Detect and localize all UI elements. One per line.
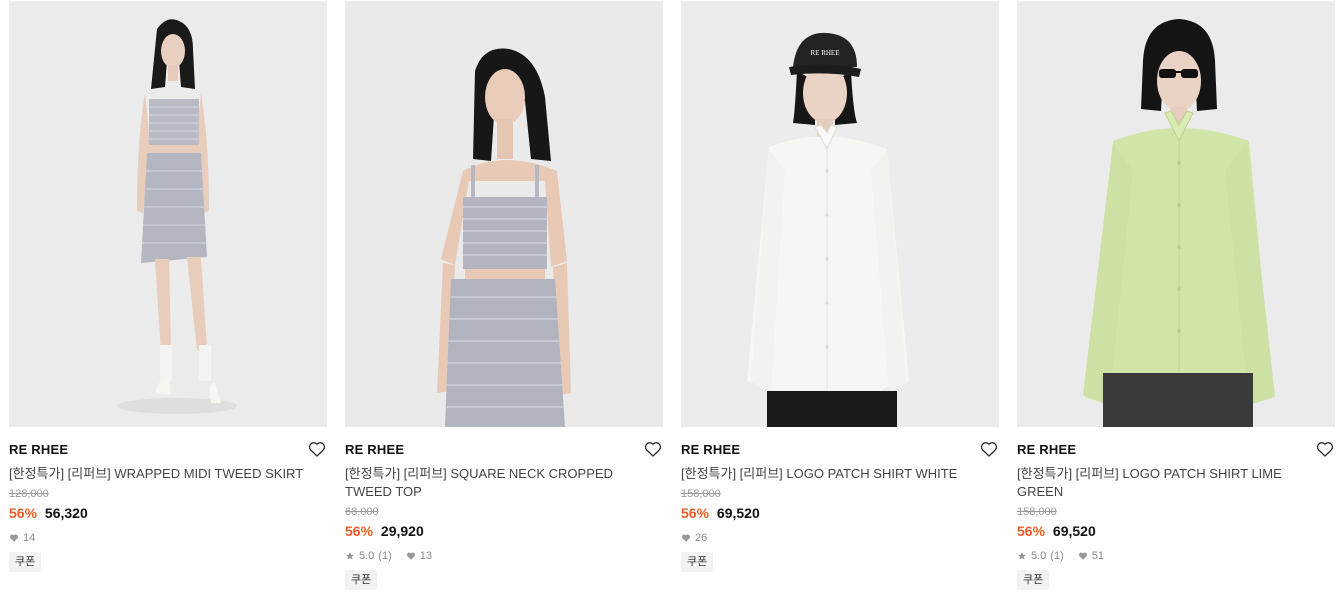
product-name[interactable]: [한정특가] [리퍼브] SQUARE NECK CROPPED TWEED T… [345,465,655,501]
star-icon [345,551,355,561]
cap-logo-text: RE RHEE [811,49,840,57]
product-meta: 26 [681,531,999,545]
product-image[interactable]: RE RHEE [681,1,999,427]
product-card[interactable]: RE RHEE RE RHEE [한정특가] [리퍼브] LOGO PATCH … [681,0,999,572]
discount-rate: 56% [345,523,374,539]
heart-outline-icon[interactable] [979,439,999,459]
review-count: (1) [378,550,392,562]
sale-price: 56,320 [44,505,88,521]
discount-rate: 56% [681,505,710,521]
rating-score: 5.0 [1031,550,1047,562]
model-illustration: RE RHEE [681,1,999,427]
model-illustration [1017,1,1335,427]
product-meta: 5.0 (1) 13 [345,549,663,563]
product-name[interactable]: [한정특가] [리퍼브] WRAPPED MIDI TWEED SKIRT [9,465,319,483]
model-illustration [345,1,663,427]
price-row: 56% 56,320 [9,504,327,522]
price-row: 56% 69,520 [1017,522,1335,540]
product-image[interactable] [345,1,663,427]
coupon-badge[interactable]: 쿠폰 [345,570,378,590]
brand-name[interactable]: RE RHEE [345,442,404,457]
original-price: 68,000 [345,506,379,518]
product-grid: RE RHEE [한정특가] [리퍼브] WRAPPED MIDI TWEED … [0,0,1338,609]
heart-filled-icon [1078,551,1088,561]
price-row: 56% 29,920 [345,522,663,540]
product-name[interactable]: [한정특가] [리퍼브] LOGO PATCH SHIRT LIME GREEN [1017,465,1327,501]
product-card[interactable]: RE RHEE [한정특가] [리퍼브] WRAPPED MIDI TWEED … [9,0,327,572]
likes-count: 51 [1091,550,1104,562]
rating-score: 5.0 [359,550,375,562]
price-row: 56% 69,520 [681,504,999,522]
original-price: 158,000 [1017,506,1057,518]
heart-filled-icon [681,533,691,543]
brand-name[interactable]: RE RHEE [1017,442,1076,457]
brand-name[interactable]: RE RHEE [9,442,68,457]
star-icon [1017,551,1027,561]
heart-outline-icon[interactable] [1315,439,1335,459]
original-price: 128,000 [9,488,49,500]
sale-price: 29,920 [380,523,424,539]
product-name[interactable]: [한정특가] [리퍼브] LOGO PATCH SHIRT WHITE [681,465,991,483]
discount-rate: 56% [9,505,38,521]
likes-count: 14 [23,532,36,544]
product-image[interactable] [1017,1,1335,427]
brand-name[interactable]: RE RHEE [681,442,740,457]
review-count: (1) [1050,550,1064,562]
heart-outline-icon[interactable] [307,439,327,459]
coupon-badge[interactable]: 쿠폰 [1017,570,1050,590]
heart-outline-icon[interactable] [643,439,663,459]
product-card[interactable]: RE RHEE [한정특가] [리퍼브] LOGO PATCH SHIRT LI… [1017,0,1335,590]
product-card[interactable]: RE RHEE [한정특가] [리퍼브] SQUARE NECK CROPPED… [345,0,663,590]
original-price: 158,000 [681,488,721,500]
likes-count: 13 [419,550,432,562]
product-meta: 5.0 (1) 51 [1017,549,1335,563]
coupon-badge[interactable]: 쿠폰 [681,552,714,572]
discount-rate: 56% [1017,523,1046,539]
product-meta: 14 [9,531,327,545]
coupon-badge[interactable]: 쿠폰 [9,552,42,572]
sale-price: 69,520 [1052,523,1096,539]
heart-filled-icon [9,533,19,543]
heart-filled-icon [406,551,416,561]
likes-count: 26 [695,532,708,544]
model-illustration [9,1,327,427]
sale-price: 69,520 [716,505,760,521]
product-image[interactable] [9,1,327,427]
